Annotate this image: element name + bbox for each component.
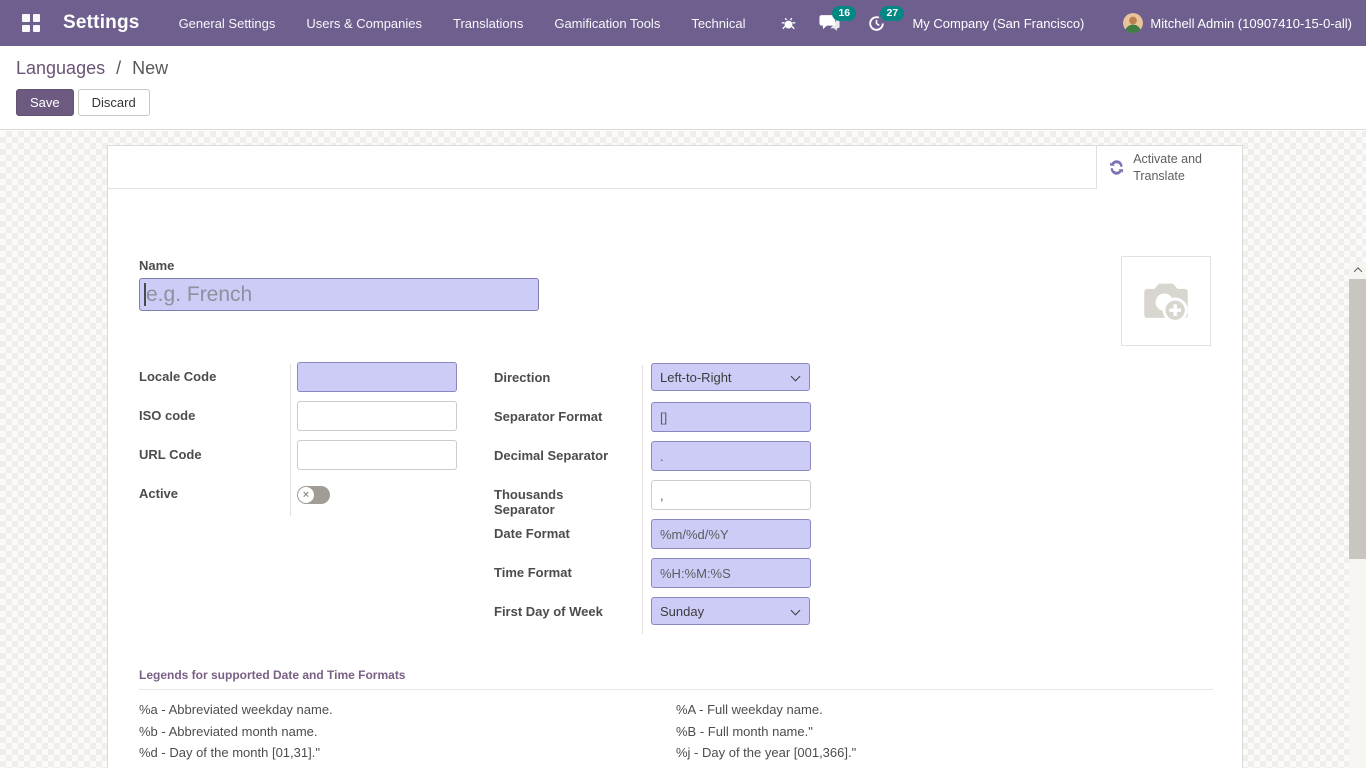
direction-select[interactable]: Left-to-Right: [651, 363, 810, 391]
sync-refresh-icon: [1109, 158, 1124, 177]
field-row-url-code: URL Code: [139, 440, 479, 479]
flag-image-uploader[interactable]: [1121, 256, 1211, 346]
control-panel: Languages / New Save Discard: [0, 46, 1366, 130]
url-code-input[interactable]: [297, 440, 457, 470]
legend-item: %a - Abbreviated weekday name.: [139, 699, 676, 721]
first-day-of-week-select[interactable]: Sunday: [651, 597, 810, 625]
locale-code-label: Locale Code: [139, 362, 284, 384]
apps-menu-icon[interactable]: [22, 14, 40, 32]
field-row-iso-code: ISO code: [139, 401, 479, 440]
field-row-active: Active ×: [139, 479, 479, 518]
menu-users-companies[interactable]: Users & Companies: [306, 16, 422, 31]
name-field-block: Name: [139, 258, 539, 311]
save-button[interactable]: Save: [16, 89, 74, 116]
toggle-knob-x-icon: ×: [298, 487, 314, 503]
activities-clock-icon[interactable]: 27: [867, 14, 886, 33]
breadcrumb-separator: /: [116, 58, 121, 78]
active-label: Active: [139, 479, 284, 501]
date-format-label: Date Format: [494, 519, 632, 541]
activities-count-badge: 27: [880, 6, 904, 21]
decimal-separator-input[interactable]: [651, 441, 811, 471]
debug-bug-icon[interactable]: [780, 15, 797, 32]
legends-left-column: %a - Abbreviated weekday name. %b - Abbr…: [139, 699, 676, 768]
time-format-input[interactable]: [651, 558, 811, 588]
field-row-direction: Direction Left-to-Right: [494, 363, 924, 402]
legend-item: %j - Day of the year [001,366].": [676, 742, 1213, 764]
separator-format-label: Separator Format: [494, 402, 632, 424]
field-row-locale-code: Locale Code: [139, 362, 479, 401]
format-legends-section: Legends for supported Date and Time Form…: [139, 668, 1213, 768]
sheet-button-box: Activate and Translate: [108, 146, 1242, 189]
app-title[interactable]: Settings: [63, 12, 140, 34]
direction-label: Direction: [494, 363, 632, 385]
name-input[interactable]: [139, 278, 539, 311]
iso-code-input[interactable]: [297, 401, 457, 431]
scrollbar-up-arrow-icon[interactable]: [1349, 262, 1366, 277]
thousands-separator-input[interactable]: [651, 480, 811, 510]
first-day-of-week-label: First Day of Week: [494, 597, 632, 619]
menu-gamification-tools[interactable]: Gamification Tools: [554, 16, 660, 31]
navbar-systray: 16 27 My Company (San Francisco) Mitchel…: [780, 13, 1352, 33]
field-row-separator-format: Separator Format: [494, 402, 924, 441]
field-row-decimal-separator: Decimal Separator: [494, 441, 924, 480]
locale-code-input[interactable]: [297, 362, 457, 392]
breadcrumb-languages-link[interactable]: Languages: [16, 58, 105, 78]
iso-code-label: ISO code: [139, 401, 284, 423]
breadcrumb-current: New: [132, 58, 168, 78]
active-toggle[interactable]: ×: [297, 486, 330, 504]
menu-translations[interactable]: Translations: [453, 16, 523, 31]
form-view-content: Activate and Translate Name: [0, 131, 1366, 768]
sheet-body: Name: [108, 189, 1242, 768]
name-label: Name: [139, 258, 539, 273]
decimal-separator-label: Decimal Separator: [494, 441, 632, 463]
odoo-settings-language-form: Settings General Settings Users & Compan…: [0, 0, 1366, 768]
menu-technical[interactable]: Technical: [691, 16, 745, 31]
user-menu[interactable]: Mitchell Admin (10907410-15-0-all): [1150, 16, 1352, 31]
chevron-down-icon: [791, 372, 801, 382]
form-action-buttons: Save Discard: [16, 89, 1350, 116]
legend-item: %I - Hour (12-hour clock) [01,12].": [676, 764, 1213, 768]
url-code-label: URL Code: [139, 440, 284, 462]
group-formats: Direction Left-to-Right Separator Format: [494, 363, 924, 636]
discard-button[interactable]: Discard: [78, 89, 150, 116]
legends-title: Legends for supported Date and Time Form…: [139, 668, 1213, 690]
legend-item: %H - Hour (24-hour clock) [00,23].": [139, 764, 676, 768]
activate-and-translate-label: Activate and Translate: [1133, 151, 1232, 184]
messages-icon[interactable]: 16: [819, 14, 840, 32]
top-navbar: Settings General Settings Users & Compan…: [0, 0, 1366, 46]
vertical-scrollbar[interactable]: [1349, 262, 1366, 768]
date-format-input[interactable]: [651, 519, 811, 549]
group-codes: Locale Code ISO code URL Code Activ: [139, 362, 479, 518]
menu-general-settings[interactable]: General Settings: [179, 16, 276, 31]
legend-item: %B - Full month name.": [676, 721, 1213, 743]
legend-item: %d - Day of the month [01,31].": [139, 742, 676, 764]
thousands-separator-label: Thousands Separator: [494, 480, 632, 517]
legends-right-column: %A - Full weekday name. %B - Full month …: [676, 699, 1213, 768]
field-row-thousands-separator: Thousands Separator: [494, 480, 924, 519]
top-menu: General Settings Users & Companies Trans…: [179, 16, 746, 31]
direction-value: Left-to-Right: [660, 370, 732, 385]
field-row-time-format: Time Format: [494, 558, 924, 597]
legend-item: %A - Full weekday name.: [676, 699, 1213, 721]
legend-item: %b - Abbreviated month name.: [139, 721, 676, 743]
field-row-first-day-of-week: First Day of Week Sunday: [494, 597, 924, 636]
activate-and-translate-button[interactable]: Activate and Translate: [1096, 146, 1242, 189]
form-sheet: Activate and Translate Name: [107, 145, 1243, 768]
time-format-label: Time Format: [494, 558, 632, 580]
camera-plus-icon: [1137, 272, 1195, 330]
text-cursor: [144, 283, 146, 306]
user-avatar[interactable]: [1123, 13, 1143, 33]
company-switcher[interactable]: My Company (San Francisco): [912, 16, 1084, 31]
field-row-date-format: Date Format: [494, 519, 924, 558]
first-day-of-week-value: Sunday: [660, 604, 704, 619]
messages-count-badge: 16: [832, 6, 856, 21]
separator-format-input[interactable]: [651, 402, 811, 432]
scrollbar-thumb[interactable]: [1349, 279, 1366, 559]
breadcrumb: Languages / New: [16, 58, 1350, 79]
chevron-down-icon: [791, 606, 801, 616]
